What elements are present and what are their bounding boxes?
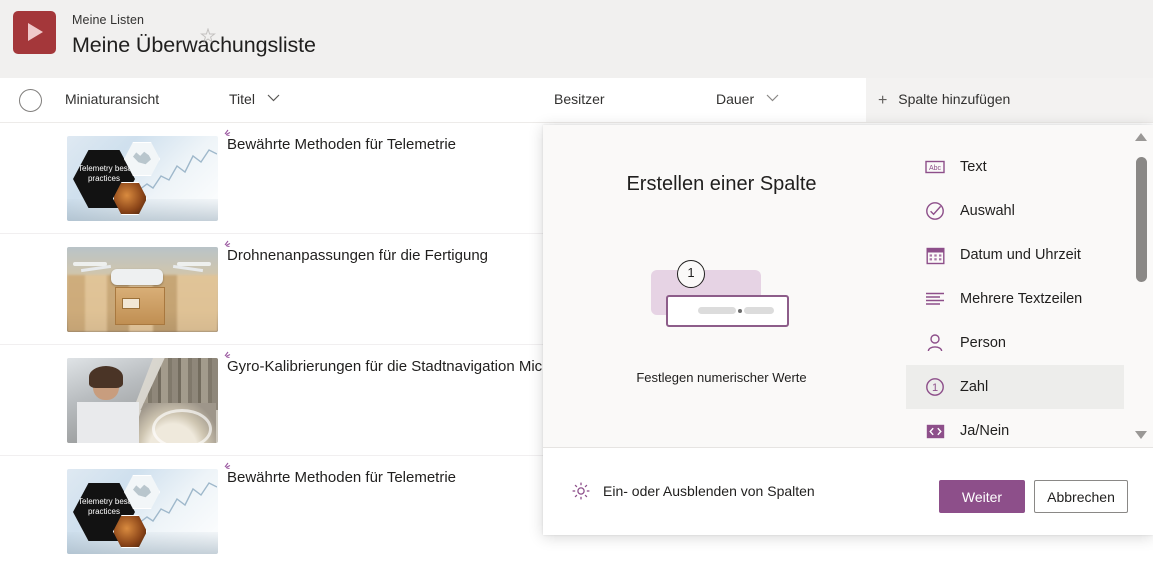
column-type-multiline[interactable]: Mehrere Textzeilen [906,277,1124,321]
column-type-choice[interactable]: Auswahl [906,189,1124,233]
illustration-pill-right [744,307,774,314]
number-one-circle-icon: 1 [924,376,946,398]
column-type-label: Datum und Uhrzeit [960,247,1081,263]
column-type-label: Zahl [960,379,989,395]
multiline-text-icon [924,288,946,310]
cancel-button[interactable]: Abbrechen [1034,480,1128,513]
compass-decoration [130,403,216,443]
play-triangle-icon [28,23,43,41]
row-thumbnail[interactable] [67,358,218,443]
check-circle-icon [924,200,946,222]
select-all-circle-icon[interactable] [19,89,42,112]
svg-text:1: 1 [932,382,938,394]
dialog-preview-pane: Erstellen einer Spalte 1 Festlegen numer… [543,125,900,447]
illustration-badge: 1 [677,260,705,288]
column-header-title-label: Titel [229,91,255,107]
drone-body [111,269,163,285]
illustration-pill-left [698,307,736,314]
dialog-body: Erstellen einer Spalte 1 Festlegen numer… [543,125,1153,447]
technician-shirt [77,402,139,443]
column-header-row: Miniaturansicht Titel Besitzer Dauer + S… [0,78,1153,123]
row-title[interactable]: Gyro-Kalibrierungen für die Stadtnavigat… [227,358,556,375]
dialog-footer: Ein- oder Ausblenden von Spalten Weiter … [543,447,1153,535]
column-header-owner[interactable]: Besitzer [554,91,605,107]
show-hide-columns-link[interactable]: Ein- oder Ausblenden von Spalten [571,481,815,501]
row-title[interactable]: Drohnenanpassungen für die Fertigung [227,247,488,264]
plus-icon: + [878,92,888,109]
illustration-caption: Festlegen numerischer Werte [636,370,807,385]
technician-hair [89,366,123,388]
column-type-label: Person [960,335,1006,351]
column-type-number[interactable]: 1 Zahl [906,365,1124,409]
row-title[interactable]: Bewährte Methoden für Telemetrie [227,136,456,153]
page-title: Meine Überwachungsliste [72,33,316,57]
row-thumbnail[interactable]: Telemetry best practices [67,469,218,554]
row-thumbnail[interactable]: Telemetry best practices [67,136,218,221]
dialog-heading: Erstellen einer Spalte [626,173,817,195]
scroll-up-arrow-icon[interactable] [1135,133,1147,141]
breadcrumb[interactable]: Meine Listen [72,13,144,27]
app-header: Meine Listen Meine Überwachungsliste [0,0,1153,78]
column-type-list-pane: Abc Text Auswahl Datum und Uhrzeit Mehre… [900,125,1153,447]
next-button[interactable]: Weiter [939,480,1025,513]
add-column-label: Spalte hinzufügen [898,91,1011,107]
row-title[interactable]: Bewährte Methoden für Telemetrie [227,469,456,486]
abc-text-icon: Abc [924,156,946,178]
illustration-input-field [666,295,789,327]
column-header-duration-label: Dauer [716,91,755,107]
row-thumbnail[interactable] [67,247,218,332]
column-type-label: Text [960,159,987,175]
type-list-scrollbar[interactable] [1133,129,1149,443]
scrollbar-thumb[interactable] [1136,157,1147,282]
column-type-list: Abc Text Auswahl Datum und Uhrzeit Mehre… [906,145,1124,453]
column-type-label: Auswahl [960,203,1015,219]
package-box [115,287,165,325]
person-icon [924,332,946,354]
column-header-title[interactable]: Titel [229,91,280,107]
column-type-person[interactable]: Person [906,321,1124,365]
column-header-owner-label: Besitzer [554,91,605,107]
gear-icon [571,481,591,501]
column-header-thumbnail-label: Miniaturansicht [65,91,160,107]
number-column-illustration: 1 [651,260,796,335]
show-hide-columns-label: Ein- oder Ausblenden von Spalten [603,483,815,499]
svg-text:Abc: Abc [929,165,942,172]
column-header-thumbnail[interactable]: Miniaturansicht [65,91,159,107]
add-column-button[interactable]: + Spalte hinzufügen [878,91,1010,110]
scroll-down-arrow-icon[interactable] [1135,431,1147,439]
column-type-label: Mehrere Textzeilen [960,291,1083,307]
column-type-datetime[interactable]: Datum und Uhrzeit [906,233,1124,277]
video-play-icon [13,11,56,54]
column-header-duration[interactable]: Dauer [716,91,779,107]
toggle-yes-no-icon [924,420,946,442]
calendar-icon [924,244,946,266]
chevron-down-icon[interactable] [267,94,280,102]
column-type-text[interactable]: Abc Text [906,145,1124,189]
chevron-down-icon[interactable] [766,94,779,102]
create-column-dialog: Erstellen einer Spalte 1 Festlegen numer… [543,125,1153,535]
illustration-decimal-dot [738,309,742,313]
column-type-label: Ja/Nein [960,423,1010,439]
